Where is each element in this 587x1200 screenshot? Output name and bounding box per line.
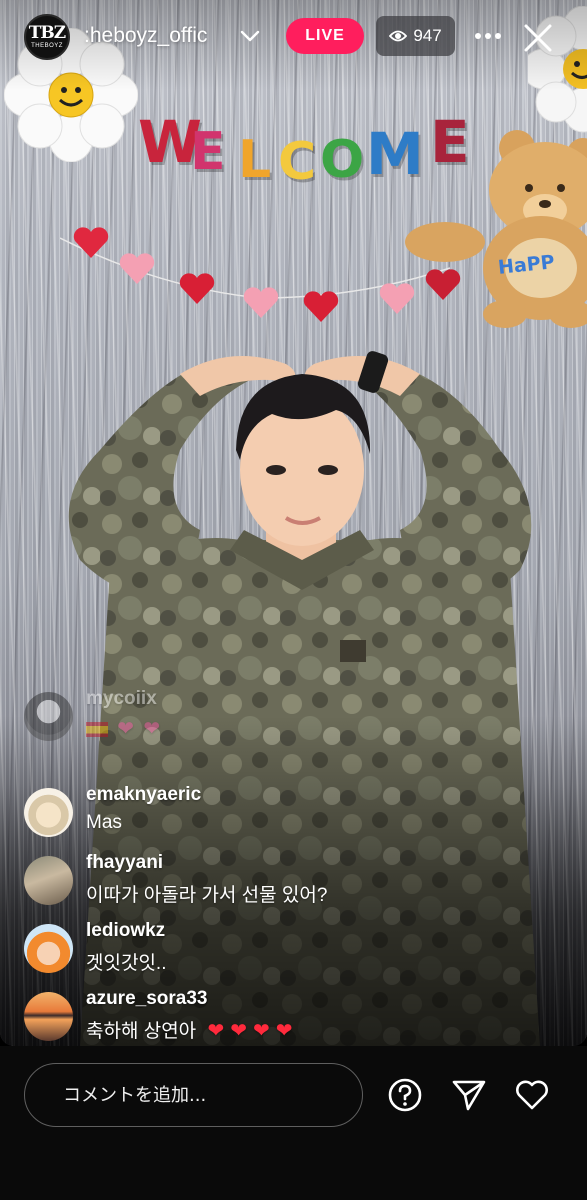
red-heart-icon: ❤ xyxy=(207,1020,225,1042)
red-heart-icon: ❤ xyxy=(230,1020,247,1042)
avatar[interactable] xyxy=(24,992,73,1041)
comment-message: 축하해 상연아 ❤ ❤ ❤ ❤ xyxy=(86,1016,293,1043)
viewer-count[interactable]: 947 xyxy=(376,16,455,56)
chevron-down-icon[interactable] xyxy=(240,28,260,44)
live-header: TBZ THEBOYZ :heboyz_offic LIVE 947 xyxy=(0,0,587,80)
comment-username[interactable]: lediowkz xyxy=(86,920,165,942)
more-options-icon[interactable] xyxy=(474,28,502,44)
comment-message: 겟잇갓잇.. xyxy=(86,953,167,974)
heart-icon[interactable] xyxy=(514,1077,550,1113)
comment-input[interactable] xyxy=(24,1063,363,1127)
teddy-bear-balloon xyxy=(405,130,587,328)
avatar[interactable] xyxy=(24,924,73,973)
heart-decoration xyxy=(119,253,155,284)
avatar[interactable] xyxy=(24,856,73,905)
eye-icon xyxy=(389,30,408,42)
banner-letter: O xyxy=(320,130,365,190)
question-icon[interactable] xyxy=(387,1077,423,1113)
comment-item[interactable]: fhayyani 이따가 아돌라 가서 선물 있어? xyxy=(24,852,564,918)
avatar[interactable] xyxy=(24,788,73,837)
comment-username[interactable]: emaknyaeric xyxy=(86,784,201,806)
live-badge: LIVE xyxy=(286,18,364,54)
comment-username[interactable]: mycoiix xyxy=(86,688,157,710)
viewer-count-value: 947 xyxy=(413,26,442,45)
close-icon[interactable] xyxy=(522,22,554,54)
banner-letter: C xyxy=(278,132,317,192)
heart-decoration xyxy=(73,227,109,258)
bottom-bar xyxy=(0,1046,587,1200)
comment-item[interactable]: lediowkz 겟잇갓잇.. xyxy=(24,920,564,986)
pink-heart-icon: ❤ xyxy=(143,718,161,740)
comment-message: ❤ ❤ xyxy=(86,716,160,741)
username[interactable]: :heboyz_offic xyxy=(84,24,207,48)
heart-decoration xyxy=(179,273,215,304)
profile-avatar[interactable]: TBZ THEBOYZ xyxy=(24,14,70,60)
comment-text: 축하해 상연아 xyxy=(86,1021,197,1042)
logo-wordmark: THEBOYZ xyxy=(31,43,63,49)
comment-item[interactable]: emaknyaeric Mas xyxy=(24,784,564,850)
banner-letter: E xyxy=(190,122,226,182)
red-heart-icon: ❤ xyxy=(252,1020,270,1042)
comment-item[interactable]: mycoiix ❤ ❤ xyxy=(24,688,564,754)
spain-flag-icon xyxy=(86,722,108,738)
heart-decoration xyxy=(303,291,339,322)
avatar[interactable] xyxy=(24,692,73,741)
comment-item[interactable]: azure_sora33 축하해 상연아 ❤ ❤ ❤ ❤ xyxy=(24,988,564,1054)
red-heart-icon: ❤ xyxy=(275,1020,293,1042)
comment-username[interactable]: azure_sora33 xyxy=(86,988,207,1010)
pink-heart-icon: ❤ xyxy=(117,718,135,740)
comment-message: 이따가 아돌라 가서 선물 있어? xyxy=(86,885,328,906)
heart-decoration xyxy=(243,287,279,318)
send-icon[interactable] xyxy=(451,1077,487,1113)
banner-letter: L xyxy=(238,130,272,190)
logo-monogram: TBZ xyxy=(28,23,66,43)
comment-message: Mas xyxy=(86,812,122,833)
comment-username[interactable]: fhayyani xyxy=(86,852,163,874)
